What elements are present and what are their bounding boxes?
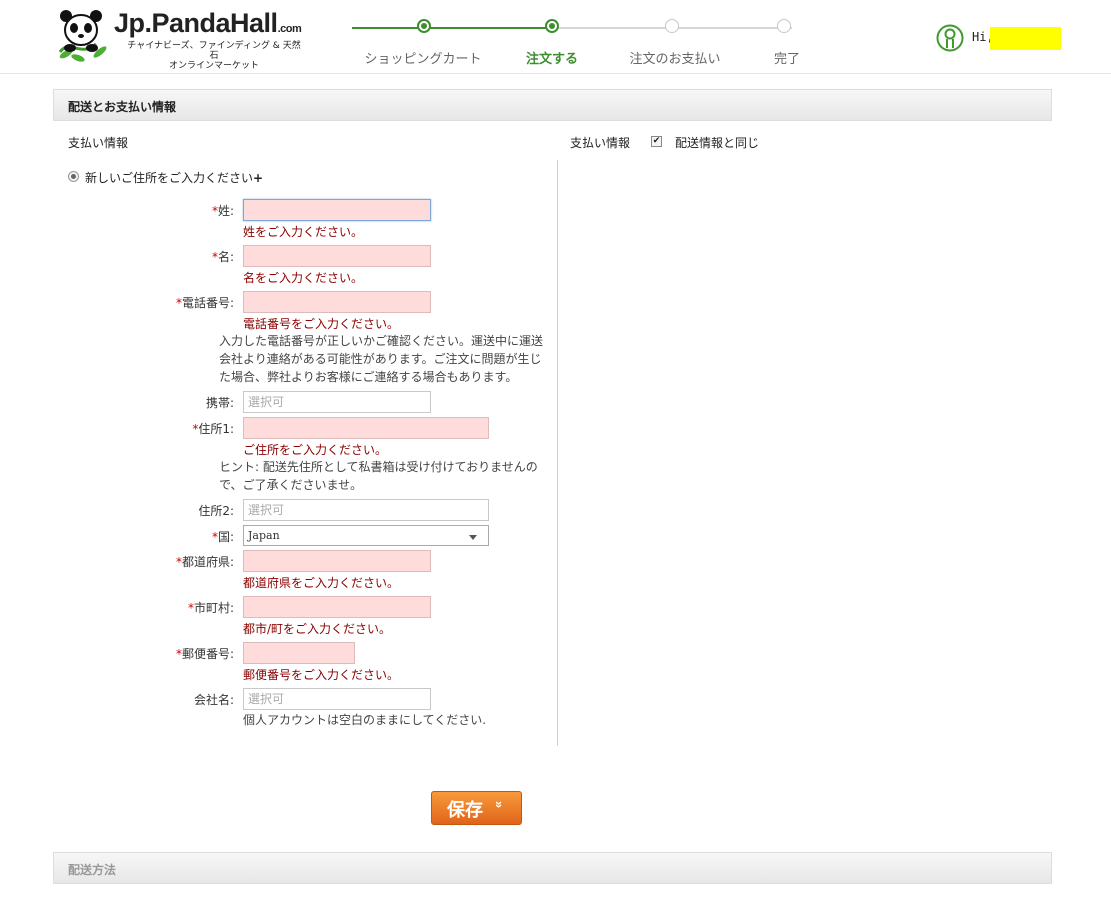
step-dot-complete (777, 19, 791, 33)
prefecture-label: *都道府県: (176, 553, 234, 570)
company-label: 会社名: (193, 693, 234, 707)
right-column-title: 支払い情報 (570, 136, 631, 150)
left-column-title: 支払い情報 (68, 136, 129, 150)
section-header-shipping-payment: 配送とお支払い情報 (53, 89, 1052, 121)
logo-name: Jp.PandaHall (114, 8, 278, 38)
step-label-payment: 注文のお支払い (629, 52, 721, 67)
chevron-down-icon (469, 535, 477, 540)
checkout-progress: ショッピングカート 注文する 注文のお支払い 完了 (352, 18, 812, 70)
same-as-shipping-checkbox[interactable]: ✔ (651, 136, 662, 147)
address2-input[interactable] (243, 499, 489, 521)
new-address-label[interactable]: 新しいご住所をご入力ください+ (85, 169, 263, 186)
mobile-label: 携帯: (205, 396, 234, 410)
header: Jp.PandaHall.com チャイナビーズ、ファインディング & 天然石 … (0, 0, 1111, 74)
step-label-complete: 完了 (773, 52, 801, 67)
phone-input[interactable] (243, 291, 431, 313)
city-label-text: 市町村: (193, 601, 234, 615)
username-highlight[interactable] (990, 27, 1061, 50)
zip-error: 郵便番号をご入力ください。 (243, 668, 400, 682)
section-header-shipping-method: 配送方法 (53, 852, 1052, 884)
address1-error: ご住所をご入力ください。 (243, 443, 388, 457)
company-input[interactable] (243, 688, 431, 710)
zip-input[interactable] (243, 642, 355, 664)
zip-label: *郵便番号: (176, 645, 234, 662)
first-name-input[interactable] (243, 245, 431, 267)
logo-tagline-line-1: チャイナビーズ、ファインディング & 天然石 (127, 41, 301, 61)
first-name-label-text: 名: (217, 250, 234, 264)
section-title: 配送とお支払い情報 (68, 100, 177, 114)
city-input[interactable] (243, 596, 431, 618)
step-dot-cart (417, 19, 431, 33)
address1-label-text: 住所1: (198, 422, 234, 436)
country-select[interactable]: Japan (243, 525, 489, 546)
logo-tagline-line-2: オンラインマーケット (168, 61, 259, 71)
user-icon[interactable] (936, 24, 964, 52)
last-name-label-text: 姓: (217, 204, 234, 218)
step-label-order: 注文する (525, 52, 579, 67)
first-name-label: *名: (212, 248, 234, 265)
step-label-cart[interactable]: ショッピングカート (364, 48, 481, 67)
address1-hint: ヒント: 配送先住所として私書箱は受け付けておりませんので、ご了承くださいませ。 (219, 460, 538, 492)
address2-label: 住所2: (198, 504, 234, 518)
save-button-label: 保存 (447, 800, 483, 820)
mobile-input[interactable] (243, 391, 431, 413)
first-name-error: 名をご入力ください。 (243, 271, 364, 285)
save-button[interactable]: 保存 » (431, 791, 522, 825)
progress-line-done (352, 27, 552, 29)
country-selected-value: Japan (248, 529, 280, 542)
country-label-text: 国: (217, 530, 234, 544)
double-chevron-down-icon: » (492, 800, 508, 809)
city-label: *市町村: (188, 599, 234, 616)
address1-label: *住所1: (192, 420, 234, 437)
phone-error: 電話番号をご入力ください。 (243, 317, 400, 331)
last-name-input[interactable] (243, 199, 431, 221)
prefecture-error: 都道府県をご入力ください。 (243, 576, 400, 590)
address1-input[interactable] (243, 417, 489, 439)
step-dot-payment (665, 19, 679, 33)
phone-label-text: 電話番号: (181, 296, 234, 310)
last-name-label: *姓: (212, 202, 234, 219)
step-dot-order (545, 19, 559, 33)
last-name-error: 姓をご入力ください。 (243, 225, 364, 239)
new-address-radio[interactable] (68, 171, 79, 182)
panda-logo-icon (58, 10, 107, 62)
same-as-shipping-label[interactable]: 配送情報と同じ (675, 134, 759, 151)
logo-wordmark: Jp.PandaHall.com (114, 8, 302, 39)
plus-icon: + (253, 171, 264, 185)
prefecture-input[interactable] (243, 550, 431, 572)
logo-suffix: .com (277, 23, 302, 35)
prefecture-label-text: 都道府県: (181, 555, 234, 569)
phone-label: *電話番号: (176, 294, 234, 311)
phone-note: 入力した電話番号が正しいかご確認ください。運送中に運送会社より連絡がある可能性が… (219, 334, 544, 384)
shipping-method-title: 配送方法 (68, 863, 117, 877)
column-divider (557, 160, 558, 746)
logo-tagline: チャイナビーズ、ファインディング & 天然石 オンラインマーケット (124, 41, 304, 71)
zip-label-text: 郵便番号: (181, 647, 234, 661)
company-note: 個人アカウントは空白のままにしてください. (243, 713, 487, 727)
country-label: *国: (212, 528, 234, 545)
city-error: 都市/町をご入力ください。 (243, 622, 392, 636)
new-address-text: 新しいご住所をご入力ください (85, 171, 254, 185)
logo[interactable]: Jp.PandaHall.com チャイナビーズ、ファインディング & 天然石 … (56, 8, 316, 71)
